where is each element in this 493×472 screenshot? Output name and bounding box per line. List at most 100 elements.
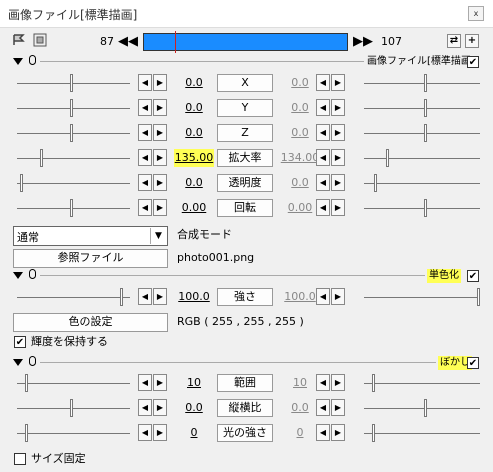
sync-icon[interactable]: ⇄ [447, 34, 461, 48]
slider-thumb-right[interactable] [424, 399, 427, 417]
value-right[interactable]: 0.0 [280, 74, 320, 92]
decrement-icon[interactable]: ◀ [138, 199, 152, 216]
close-button[interactable]: x [468, 6, 484, 21]
decrement-icon[interactable]: ◀ [316, 149, 330, 166]
value-arrows-right[interactable]: ◀ ▶ [316, 99, 346, 116]
decrement-icon[interactable]: ◀ [138, 99, 152, 116]
keyframe-icon[interactable] [12, 33, 26, 47]
section-enable-checkbox[interactable]: ✔ [467, 56, 479, 68]
strength-arrows[interactable]: ◀ ▶ [138, 288, 168, 305]
value-arrows-left[interactable]: ◀ ▶ [138, 399, 168, 416]
decrement-icon[interactable]: ◀ [138, 288, 152, 305]
value-left[interactable]: 135.00 [174, 149, 214, 167]
value-arrows-left[interactable]: ◀ ▶ [138, 74, 168, 91]
section-enable-checkbox[interactable]: ✔ [467, 270, 479, 282]
strength-value-right[interactable]: 100.0 [280, 288, 320, 306]
slider-thumb-right[interactable] [424, 124, 427, 142]
value-right[interactable]: 0.0 [280, 124, 320, 142]
value-arrows-right[interactable]: ◀ ▶ [316, 399, 346, 416]
value-right[interactable]: 0.0 [280, 99, 320, 117]
next-frame-icon[interactable]: ▶▶ [353, 33, 373, 51]
slider-thumb-left[interactable] [70, 399, 73, 417]
prev-frame-icon[interactable]: ◀◀ [118, 33, 138, 51]
value-right[interactable]: 0 [280, 424, 320, 442]
fixed-size-checkbox[interactable] [14, 453, 26, 465]
value-arrows-left[interactable]: ◀ ▶ [138, 99, 168, 116]
decrement-icon[interactable]: ◀ [316, 424, 330, 441]
increment-icon[interactable]: ▶ [153, 124, 167, 141]
value-right[interactable]: 134.00 [280, 149, 320, 167]
decrement-icon[interactable]: ◀ [316, 174, 330, 191]
increment-icon[interactable]: ▶ [331, 288, 345, 305]
slider-thumb-left[interactable] [20, 174, 23, 192]
add-filter-icon[interactable]: + [465, 34, 479, 48]
increment-icon[interactable]: ▶ [331, 174, 345, 191]
param-button[interactable]: 透明度 [217, 174, 273, 192]
value-right[interactable]: 0.0 [280, 399, 320, 417]
value-arrows-right[interactable]: ◀ ▶ [316, 199, 346, 216]
camera-control-icon[interactable] [33, 33, 47, 47]
chevron-down-icon[interactable]: ▼ [150, 228, 166, 244]
blend-mode-select[interactable]: 通常 ▼ [13, 226, 168, 246]
increment-icon[interactable]: ▶ [153, 288, 167, 305]
increment-icon[interactable]: ▶ [331, 74, 345, 91]
slider-thumb-left[interactable] [70, 74, 73, 92]
increment-icon[interactable]: ▶ [331, 124, 345, 141]
increment-icon[interactable]: ▶ [153, 174, 167, 191]
value-arrows-left[interactable]: ◀ ▶ [138, 124, 168, 141]
value-arrows-right[interactable]: ◀ ▶ [316, 174, 346, 191]
increment-icon[interactable]: ▶ [153, 199, 167, 216]
slider-thumb-left[interactable] [25, 424, 28, 442]
value-arrows-right[interactable]: ◀ ▶ [316, 124, 346, 141]
decrement-icon[interactable]: ◀ [316, 399, 330, 416]
increment-icon[interactable]: ▶ [153, 99, 167, 116]
param-button[interactable]: 拡大率 [217, 149, 273, 167]
increment-icon[interactable]: ▶ [331, 374, 345, 391]
slider-thumb-left[interactable] [25, 374, 28, 392]
value-left[interactable]: 0.0 [174, 399, 214, 417]
keep-brightness-checkbox[interactable]: ✔ [14, 336, 26, 348]
decrement-icon[interactable]: ◀ [316, 288, 330, 305]
param-button[interactable]: 範囲 [217, 374, 273, 392]
collapse-triangle-icon[interactable] [13, 359, 23, 366]
value-left[interactable]: 0.0 [174, 99, 214, 117]
decrement-icon[interactable]: ◀ [316, 199, 330, 216]
section-enable-checkbox[interactable]: ✔ [467, 357, 479, 369]
value-arrows-right[interactable]: ◀ ▶ [316, 374, 346, 391]
decrement-icon[interactable]: ◀ [138, 424, 152, 441]
decrement-icon[interactable]: ◀ [316, 99, 330, 116]
strength-slider-left[interactable] [120, 288, 123, 306]
param-button[interactable]: 縦横比 [217, 399, 273, 417]
value-arrows-left[interactable]: ◀ ▶ [138, 149, 168, 166]
increment-icon[interactable]: ▶ [153, 149, 167, 166]
value-arrows-right[interactable]: ◀ ▶ [316, 74, 346, 91]
browse-file-button[interactable]: 参照ファイル [13, 249, 168, 268]
decrement-icon[interactable]: ◀ [316, 124, 330, 141]
collapse-triangle-icon[interactable] [13, 272, 23, 279]
slider-thumb-left[interactable] [70, 124, 73, 142]
increment-icon[interactable]: ▶ [153, 74, 167, 91]
increment-icon[interactable]: ▶ [331, 399, 345, 416]
value-left[interactable]: 0.0 [174, 174, 214, 192]
increment-icon[interactable]: ▶ [153, 424, 167, 441]
param-button[interactable]: Y [217, 99, 273, 117]
increment-icon[interactable]: ▶ [153, 399, 167, 416]
strength-value-left[interactable]: 100.0 [174, 288, 214, 306]
value-arrows-left[interactable]: ◀ ▶ [138, 374, 168, 391]
value-arrows-left[interactable]: ◀ ▶ [138, 174, 168, 191]
slider-thumb-left[interactable] [70, 199, 73, 217]
value-left[interactable]: 0.00 [174, 199, 214, 217]
decrement-icon[interactable]: ◀ [138, 374, 152, 391]
increment-icon[interactable]: ▶ [331, 199, 345, 216]
param-button[interactable]: 光の強さ [217, 424, 273, 442]
slider-thumb-right[interactable] [424, 99, 427, 117]
slider-thumb-right[interactable] [424, 199, 427, 217]
increment-icon[interactable]: ▶ [331, 99, 345, 116]
slider-thumb-right[interactable] [424, 74, 427, 92]
value-right[interactable]: 0.00 [280, 199, 320, 217]
timeline-marker[interactable] [175, 31, 176, 53]
value-arrows-right[interactable]: ◀ ▶ [316, 149, 346, 166]
slider-thumb-right[interactable] [386, 149, 389, 167]
value-left[interactable]: 0.0 [174, 124, 214, 142]
value-left[interactable]: 0 [174, 424, 214, 442]
